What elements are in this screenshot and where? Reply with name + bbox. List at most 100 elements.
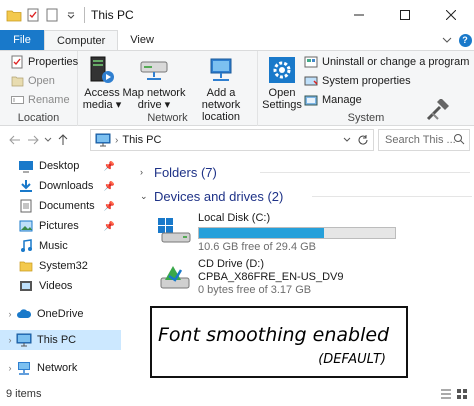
location-group-label: Location (17, 112, 60, 124)
nav-item-this-pc[interactable]: › This PC (0, 330, 121, 350)
title-separator (84, 7, 85, 23)
tab-computer[interactable]: Computer (44, 30, 119, 50)
network-icon (16, 360, 32, 376)
properties-icon (10, 55, 24, 69)
hard-drive-icon (156, 212, 192, 248)
open-button[interactable]: Open (10, 74, 55, 88)
ribbon-tabs: File Computer View ? (0, 30, 474, 50)
expand-icon[interactable]: › (4, 309, 16, 319)
gear-icon (267, 55, 297, 85)
map-network-drive-button[interactable]: Map network drive ▾ (122, 55, 186, 111)
chevron-down-icon: ⌄ (140, 190, 148, 201)
annotation-subtitle: (DEFAULT) (318, 352, 386, 367)
ribbon: Properties Open Rename Location Access m… (0, 50, 474, 126)
hammer-logo-icon (424, 98, 452, 126)
drive-local-disk[interactable]: Local Disk (C:) 10.6 GB free of 29.4 GB (156, 212, 396, 254)
details-view-icon[interactable] (440, 388, 452, 400)
search-icon (453, 133, 465, 148)
open-icon (10, 74, 24, 88)
expand-ribbon-icon[interactable] (438, 30, 456, 50)
drive-volume-label: CPBA_X86FRE_EN-US_DV9 (198, 271, 344, 283)
customize-qat-icon[interactable] (63, 7, 79, 23)
cloud-icon (16, 306, 32, 322)
refresh-icon[interactable] (353, 130, 373, 150)
nav-item-pictures[interactable]: Pictures 📌 (0, 216, 121, 236)
programs-icon (304, 55, 318, 69)
nav-item-desktop[interactable]: Desktop 📌 (0, 156, 121, 176)
annotation-box: Font smoothing enabled (DEFAULT) (150, 306, 408, 378)
folder-icon[interactable] (6, 7, 22, 23)
cd-drive-icon (156, 258, 192, 294)
search-input[interactable]: Search This ... (378, 129, 470, 151)
address-bar[interactable]: › This PC (90, 129, 374, 151)
uninstall-program-button[interactable]: Uninstall or change a program (304, 55, 469, 69)
rename-icon (10, 93, 24, 107)
back-button[interactable] (6, 129, 24, 151)
window-controls (336, 0, 474, 30)
devices-section-header[interactable]: ⌄ Devices and drives (2) (140, 186, 472, 206)
folders-section-header[interactable]: › Folders (7) (140, 162, 470, 182)
download-icon (18, 178, 34, 194)
system-properties-button[interactable]: System properties (304, 74, 411, 88)
item-count: 9 items (6, 388, 42, 400)
expand-icon[interactable]: › (4, 335, 16, 345)
close-button[interactable] (428, 0, 474, 30)
status-bar: 9 items (0, 382, 474, 406)
system-properties-icon (304, 74, 318, 88)
navigation-pane: Desktop 📌 Downloads 📌 Documents 📌 Pictur… (0, 154, 121, 382)
network-group-label: Network (147, 112, 188, 124)
pin-icon[interactable]: 📌 (104, 221, 115, 232)
tab-file[interactable]: File (0, 30, 44, 50)
videos-icon (18, 278, 34, 294)
breadcrumb[interactable]: This PC (122, 134, 161, 146)
network-drive-icon (139, 55, 169, 85)
drive-name: CD Drive (D:) (198, 258, 264, 270)
address-dropdown-icon[interactable] (343, 130, 351, 150)
open-settings-button[interactable]: Open Settings (262, 55, 302, 111)
nav-item-system32[interactable]: System32 (0, 256, 121, 276)
nav-item-music[interactable]: Music (0, 236, 121, 256)
network-group: Access media ▾ Map network drive ▾ Add a… (78, 51, 258, 126)
nav-item-videos[interactable]: Videos (0, 276, 121, 296)
capacity-bar (198, 227, 396, 239)
music-icon (18, 238, 34, 254)
minimize-button[interactable] (336, 0, 382, 30)
properties-icon[interactable] (25, 7, 41, 23)
manage-icon (304, 93, 318, 107)
nav-item-documents[interactable]: Documents 📌 (0, 196, 121, 216)
computer-icon (95, 133, 111, 147)
expand-icon[interactable]: › (4, 363, 16, 373)
properties-button[interactable]: Properties (10, 55, 78, 69)
pin-icon[interactable]: 📌 (104, 161, 115, 172)
media-server-icon (87, 55, 117, 85)
nav-item-network[interactable]: › Network (0, 358, 121, 378)
rename-button[interactable]: Rename (10, 93, 70, 107)
window-title: This PC (91, 8, 134, 22)
recent-locations-button[interactable] (42, 129, 54, 151)
pictures-icon (18, 218, 34, 234)
pin-icon[interactable]: 📌 (104, 181, 115, 192)
nav-item-downloads[interactable]: Downloads 📌 (0, 176, 121, 196)
up-button[interactable] (54, 129, 72, 151)
maximize-button[interactable] (382, 0, 428, 30)
tab-view[interactable]: View (118, 30, 166, 50)
access-media-button[interactable]: Access media ▾ (82, 55, 122, 111)
nav-item-onedrive[interactable]: › OneDrive (0, 304, 121, 324)
manage-button[interactable]: Manage (304, 93, 362, 107)
forward-button[interactable] (24, 129, 42, 151)
help-icon[interactable]: ? (456, 30, 474, 50)
desktop-icon (18, 158, 34, 174)
drive-free-space: 0 bytes free of 3.17 GB (198, 284, 312, 296)
title-bar: This PC (0, 0, 474, 30)
location-group: Properties Open Rename Location (0, 51, 78, 126)
pin-icon[interactable]: 📌 (104, 201, 115, 212)
quick-access-toolbar (6, 7, 82, 23)
folder-icon (18, 258, 34, 274)
drive-name: Local Disk (C:) (198, 212, 271, 224)
navigation-bar: › This PC Search This ... (0, 126, 474, 154)
chevron-right-icon: › (140, 167, 143, 177)
new-folder-icon[interactable] (44, 7, 60, 23)
drive-cd[interactable]: CD Drive (D:) CPBA_X86FRE_EN-US_DV9 0 by… (156, 258, 344, 297)
documents-icon (18, 198, 34, 214)
large-icons-view-icon[interactable] (456, 388, 468, 400)
